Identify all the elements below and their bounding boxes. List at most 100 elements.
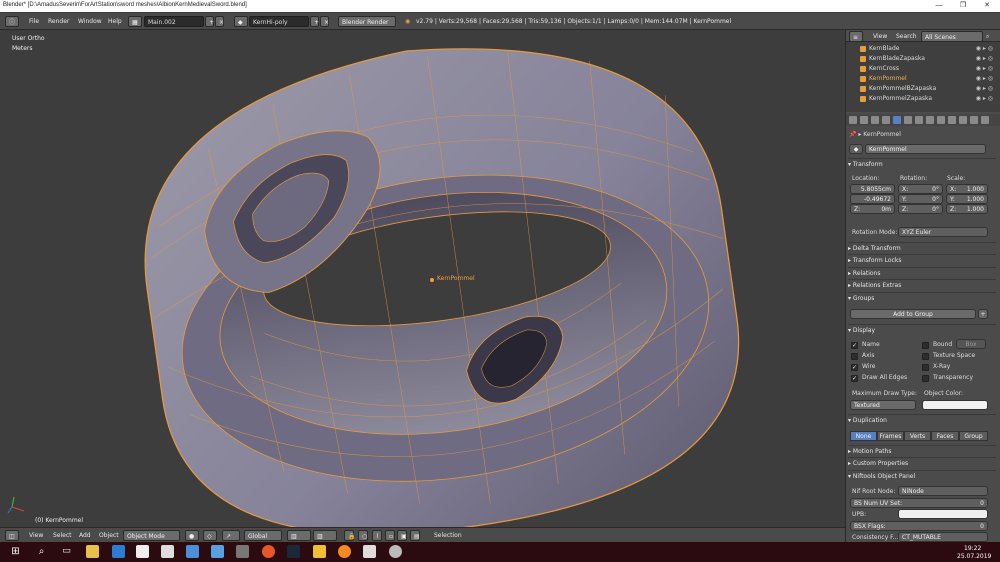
scene-add-button[interactable]: + bbox=[310, 16, 319, 27]
wire-checkbox[interactable]: ✓ bbox=[851, 364, 858, 371]
render-engine-select[interactable]: Blender Render bbox=[338, 16, 396, 27]
bound-type-select[interactable]: Box bbox=[956, 339, 986, 349]
tab-extra-icon[interactable] bbox=[981, 116, 989, 124]
panel-niftools-header[interactable]: ▾ Niftools Object Panel bbox=[848, 470, 996, 482]
tab-material-icon[interactable] bbox=[937, 116, 945, 124]
location-x-field[interactable]: 5.8055cm bbox=[850, 184, 895, 194]
object-name-field[interactable]: KernPommel bbox=[865, 144, 986, 154]
mode-select[interactable]: Object Mode bbox=[123, 530, 180, 541]
app-icon[interactable] bbox=[313, 545, 326, 558]
layers-1-icon[interactable]: ▥ bbox=[287, 530, 311, 541]
visibility-icons[interactable]: ◉ ▸ ◎ bbox=[976, 64, 993, 74]
firefox-icon[interactable] bbox=[262, 545, 275, 558]
dup-faces-button[interactable]: Faces bbox=[931, 431, 959, 441]
layer-lock-icon[interactable]: 🔒 bbox=[344, 530, 355, 541]
menu-view[interactable]: View bbox=[29, 530, 43, 541]
bound-checkbox[interactable] bbox=[922, 342, 929, 349]
tab-particles-icon[interactable] bbox=[959, 116, 967, 124]
outliner-filter-select[interactable]: All Scenes bbox=[921, 31, 983, 42]
panel-groups-header[interactable]: ▾ Groups bbox=[848, 292, 996, 304]
visibility-icons[interactable]: ◉ ▸ ◎ bbox=[976, 74, 993, 84]
app-icon[interactable] bbox=[211, 545, 224, 558]
panel-transform-locks[interactable]: ▸ Transform Locks bbox=[848, 254, 996, 266]
transparency-checkbox[interactable] bbox=[922, 375, 929, 382]
tab-constraints-icon[interactable] bbox=[904, 116, 912, 124]
manipulator-icon[interactable]: ↗ bbox=[222, 530, 240, 541]
outliner-item[interactable]: KernBladeZapaska ◉ ▸ ◎ bbox=[852, 54, 995, 64]
calculator-icon[interactable] bbox=[236, 545, 249, 558]
tab-modifiers-icon[interactable] bbox=[915, 116, 923, 124]
snap-icon[interactable]: ⌇ bbox=[372, 530, 382, 541]
dup-verts-button[interactable]: Verts bbox=[904, 431, 931, 441]
scale-x-field[interactable]: X: 1.000 bbox=[946, 184, 988, 194]
scene-delete-button[interactable]: × bbox=[320, 16, 329, 27]
panel-duplication-header[interactable]: ▾ Duplication bbox=[848, 414, 996, 426]
tab-data-icon[interactable] bbox=[926, 116, 934, 124]
outliner-search-icon[interactable]: ⌕ bbox=[986, 31, 989, 42]
upb-field[interactable] bbox=[898, 509, 988, 519]
outliner-view-menu[interactable]: View bbox=[873, 31, 887, 42]
tab-world-icon[interactable] bbox=[882, 116, 890, 124]
object-color-swatch[interactable] bbox=[922, 400, 988, 410]
panel-transform-header[interactable]: ▾ Transform bbox=[848, 158, 996, 170]
menu-help[interactable]: Help bbox=[108, 16, 122, 27]
group-add-icon[interactable]: + bbox=[978, 309, 988, 319]
dup-group-button[interactable]: Group bbox=[959, 431, 988, 441]
rotation-mode-select[interactable]: XYZ Euler bbox=[898, 227, 988, 237]
screen-layout-icon[interactable]: ▦ bbox=[128, 16, 142, 27]
consistency-select[interactable]: CT_MUTABLE bbox=[898, 532, 988, 542]
tab-layers-icon[interactable] bbox=[860, 116, 868, 124]
panel-motion-paths[interactable]: ▸ Motion Paths bbox=[848, 445, 996, 457]
render-anim-icon[interactable]: ▤ bbox=[410, 530, 420, 541]
menu-window[interactable]: Window bbox=[78, 16, 102, 27]
layers-2-icon[interactable]: ▥ bbox=[313, 530, 337, 541]
outliner-item[interactable]: KernBlade ◉ ▸ ◎ bbox=[852, 44, 995, 54]
menu-render[interactable]: Render bbox=[48, 16, 69, 27]
visibility-icons[interactable]: ◉ ▸ ◎ bbox=[976, 44, 993, 54]
bsx-flags-field[interactable]: BSX Flags: 0 bbox=[850, 521, 988, 531]
panel-relations[interactable]: ▸ Relations bbox=[848, 267, 996, 279]
dup-frames-button[interactable]: Frames bbox=[877, 431, 904, 441]
pin-icon[interactable]: 📌 ▸ bbox=[849, 131, 863, 138]
start-icon[interactable]: ⊞ bbox=[9, 545, 22, 558]
visibility-icons[interactable]: ◉ ▸ ◎ bbox=[976, 54, 993, 64]
orientation-select[interactable]: Global bbox=[244, 530, 282, 541]
store-icon[interactable] bbox=[136, 545, 149, 558]
visibility-icons[interactable]: ◉ ▸ ◎ bbox=[976, 94, 993, 104]
maximize-button[interactable]: ❐ bbox=[952, 0, 974, 12]
scale-y-field[interactable]: Y: 1.000 bbox=[946, 194, 988, 204]
tab-texture-icon[interactable] bbox=[948, 116, 956, 124]
minimize-button[interactable]: — bbox=[928, 0, 950, 12]
scene-icon[interactable]: ◆ bbox=[234, 16, 248, 27]
menu-object[interactable]: Object bbox=[99, 530, 119, 541]
dup-none-button[interactable]: None bbox=[850, 431, 877, 441]
draw-all-edges-checkbox[interactable]: ✓ bbox=[851, 375, 858, 382]
panel-custom-properties[interactable]: ▸ Custom Properties bbox=[848, 457, 996, 469]
render-icon[interactable]: ▣ bbox=[397, 530, 407, 541]
editor-type-3d-icon[interactable]: ◫ bbox=[5, 530, 19, 541]
location-z-field[interactable]: Z: 0m bbox=[850, 204, 895, 214]
menu-add[interactable]: Add bbox=[79, 530, 91, 541]
editor-type-icon[interactable]: ⓘ bbox=[5, 16, 19, 27]
rotation-x-field[interactable]: X: 0° bbox=[898, 184, 943, 194]
nif-root-node-select[interactable]: NiNode bbox=[898, 486, 988, 496]
app-icon[interactable] bbox=[389, 545, 402, 558]
3d-viewport[interactable]: User Ortho Meters KernPommel (0) KernPom… bbox=[0, 30, 845, 527]
outliner-item[interactable]: KernCross ◉ ▸ ◎ bbox=[852, 64, 995, 74]
max-draw-type-select[interactable]: Textured bbox=[850, 400, 916, 410]
panel-delta-transform[interactable]: ▸ Delta Transform bbox=[848, 242, 996, 254]
outliner-type-icon[interactable]: ≡ bbox=[849, 31, 863, 42]
tab-scene-icon[interactable] bbox=[871, 116, 879, 124]
edge-icon[interactable] bbox=[112, 545, 125, 558]
rotation-z-field[interactable]: Z: 0° bbox=[898, 204, 943, 214]
scene-name-field[interactable]: KernHi-poly bbox=[249, 16, 309, 27]
panel-display-header[interactable]: ▾ Display bbox=[848, 324, 996, 336]
proportional-edit-icon[interactable]: ○ bbox=[358, 530, 368, 541]
axis-checkbox[interactable] bbox=[851, 353, 858, 360]
texture-space-checkbox[interactable] bbox=[922, 353, 929, 360]
outliner-search-menu[interactable]: Search bbox=[896, 31, 917, 42]
rotation-y-field[interactable]: Y: 0° bbox=[898, 194, 943, 204]
image-viewer-icon[interactable] bbox=[363, 545, 376, 558]
close-button[interactable]: ✕ bbox=[976, 0, 998, 12]
screen-name-field[interactable]: Main.002 bbox=[144, 16, 204, 27]
